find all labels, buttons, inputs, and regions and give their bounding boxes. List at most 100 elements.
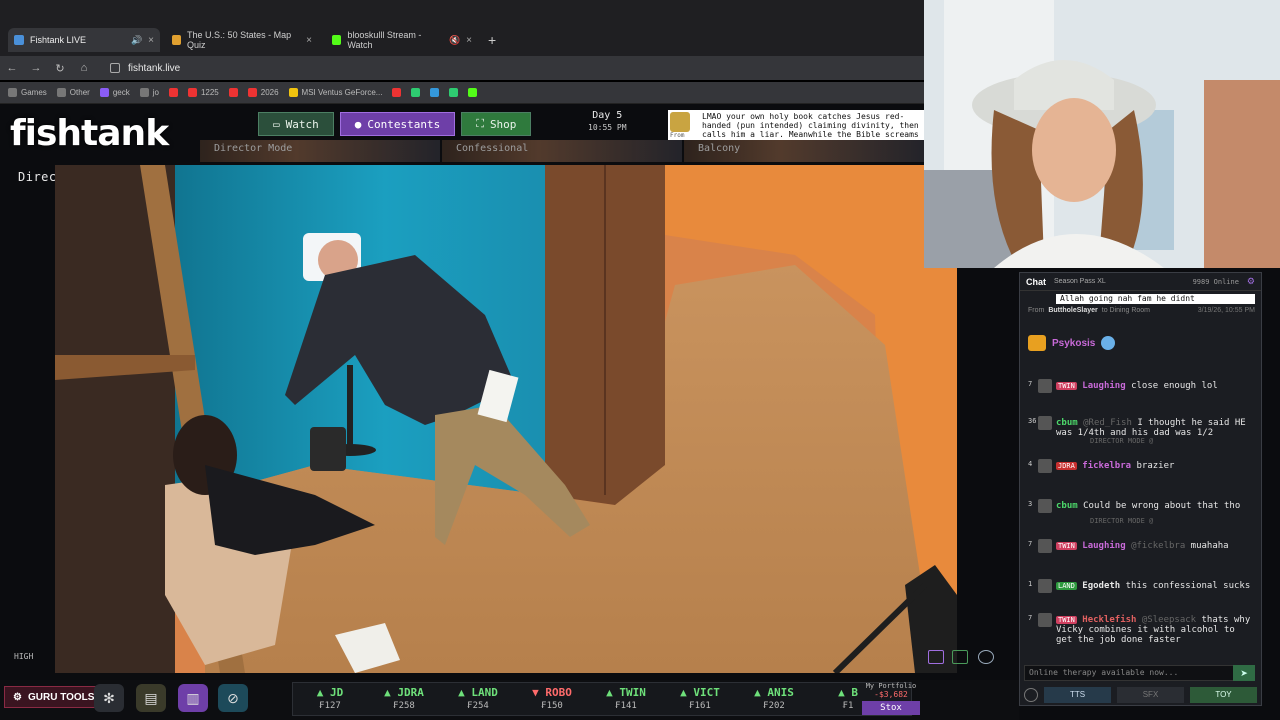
bookmark-item[interactable] [392,88,402,97]
bookmark-item[interactable] [430,88,440,97]
stox-button[interactable]: Stox [862,701,920,715]
user-avatar[interactable] [1038,499,1052,513]
chat-title[interactable]: Chat [1026,277,1046,287]
chat-username[interactable]: Laughing [1082,541,1125,551]
tab-kick-stream[interactable]: blooskulll Stream - Watch 🔇 × [326,30,478,50]
chat-username[interactable]: Laughing [1082,381,1125,391]
chat-message: 1 LAND Egodeth this confessional sucks [1026,579,1256,593]
browser-tab-bar: Fishtank LIVE 🔊 × The U.S.: 50 States - … [0,0,924,56]
stock-item[interactable]: ▼ ROBO ₣150 [515,683,589,715]
home-button[interactable]: ⌂ [72,62,96,74]
user-avatar[interactable] [1038,379,1052,393]
chat-input[interactable]: Online therapy available now... [1024,665,1234,681]
chat-mention[interactable]: @Sleepsack [1142,615,1196,625]
stock-item[interactable]: ▲ JDRA ₣258 [367,683,441,715]
bookmark-item[interactable]: geck [99,88,130,97]
close-tab-icon[interactable]: × [466,35,472,46]
bookmark-item[interactable]: MSI Ventus GeForce... [288,88,382,97]
chat-footer: TTS SFX TOY [1020,685,1261,705]
site-info-icon[interactable] [110,63,120,73]
reload-button[interactable]: ↻ [48,62,72,75]
user-avatar[interactable] [1038,459,1052,473]
item-tool-button[interactable]: ▥ [178,684,208,712]
fishtank-logo[interactable]: fishtank [10,113,169,154]
new-tab-button[interactable]: + [488,32,496,48]
bookmark-item[interactable] [468,88,478,97]
shop-button[interactable]: ⛶ Shop [461,112,532,136]
bookmark-item[interactable]: 1225 [187,88,219,97]
user-avatar[interactable] [1038,613,1052,627]
bookmark-item[interactable]: Other [56,88,90,97]
bookmark-icon [8,88,17,97]
stock-item[interactable]: ▲ JD ₣127 [293,683,367,715]
chat-username[interactable]: Egodeth [1082,581,1120,591]
close-tab-icon[interactable]: × [306,35,312,46]
watch-button[interactable]: ▭ Watch [258,112,334,136]
inventory-tool-button[interactable]: ▤ [136,684,166,712]
stock-symbol: LAND [471,686,498,699]
bookmark-item[interactable] [228,88,238,97]
stock-item[interactable]: ▲ VICT ₣161 [663,683,737,715]
profile-icon[interactable] [1024,688,1038,702]
forward-button[interactable]: → [24,62,48,74]
stock-item[interactable]: ▲ TWIN ₣141 [589,683,663,715]
tts-button[interactable]: TTS [1044,687,1111,703]
chat-username[interactable]: Hecklefish [1082,615,1136,625]
bookmark-item[interactable] [168,88,178,97]
url-field[interactable]: fishtank.live [110,63,180,74]
quality-label[interactable]: HIGH [14,652,33,661]
user-avatar[interactable] [1038,416,1052,430]
cam-thumb-balcony[interactable]: Balcony [684,140,924,162]
stock-ticker: ▲ JD ₣127 ▲ JDRA ₣258 ▲ LAND ₣254 ▼ ROBO ₣150 ▲ … [292,682,912,716]
settings-tool-button[interactable]: ✻ [94,684,124,712]
pip-icon[interactable] [928,650,944,664]
pinned-from-user[interactable]: ButtholeSlayer [1048,307,1097,314]
speaker-icon[interactable]: 🔊 [131,35,142,46]
chat-username[interactable]: cbum [1056,501,1078,511]
user-avatar[interactable] [1038,579,1052,593]
bookmark-item[interactable]: 2026 [247,88,279,97]
day-label: Day 5 [592,110,623,121]
bookmark-item[interactable] [449,88,459,97]
toy-button[interactable]: TOY [1190,687,1257,703]
cam-thumb-confessional[interactable]: Confessional [442,140,682,162]
stock-symbol: JD [330,686,344,699]
chat-username[interactable]: fickelbra [1082,461,1131,471]
stock-symbol: TWIN [619,686,646,699]
map-tool-button[interactable]: ⊘ [218,684,248,712]
user-avatar[interactable] [1038,539,1052,553]
clan-badge: LAND [1056,582,1077,590]
bookmark-item[interactable]: jo [139,88,159,97]
bookmark-item[interactable]: Games [8,88,47,97]
contestants-button[interactable]: ● Contestants [339,112,456,136]
stock-item[interactable]: ▲ ANIS ₣202 [737,683,811,715]
fullscreen-icon[interactable] [952,650,968,664]
shop-label: Shop [489,117,517,131]
settings-icon[interactable]: ⚙ [1247,276,1255,287]
season-pass-tab[interactable]: Season Pass XL [1054,278,1106,285]
clan-badge: TWIN [1056,382,1077,390]
close-tab-icon[interactable]: × [148,35,154,46]
mute-icon[interactable]: 🔇 [449,35,460,46]
tab-map-quiz[interactable]: The U.S.: 50 States - Map Quiz × [166,30,318,50]
send-button[interactable]: ➤ [1233,665,1255,681]
guru-tools-button[interactable]: ⚙ GURU TOOLS [4,686,104,708]
tab-fishtank[interactable]: Fishtank LIVE 🔊 × [8,28,160,52]
back-button[interactable]: ← [0,62,24,74]
video-player[interactable] [55,165,957,673]
bookmarks-bar: Games Other geck jo 1225 2026 MSI Ventus GeFor… [0,82,924,104]
record-icon[interactable] [978,650,994,664]
arrow-up-icon: ▲ [606,686,620,699]
chat-username[interactable]: cbum [1056,418,1078,428]
chat-mention[interactable]: @Red_Fish [1083,418,1132,428]
bookmark-icon [468,88,478,97]
chat-mention[interactable]: @fickelbra [1131,541,1185,551]
sfx-button[interactable]: SFX [1117,687,1184,703]
bookmark-item[interactable] [411,88,421,97]
stock-price: ₣161 [689,701,711,711]
portfolio-widget[interactable]: My Portfolio -$3,682 Stox [862,682,920,716]
card-icon: ▥ [186,689,200,706]
featured-user[interactable]: Psykosis [1028,335,1116,351]
stock-item[interactable]: ▲ LAND ₣254 [441,683,515,715]
cam-thumb-director[interactable]: Director Mode [200,140,440,162]
